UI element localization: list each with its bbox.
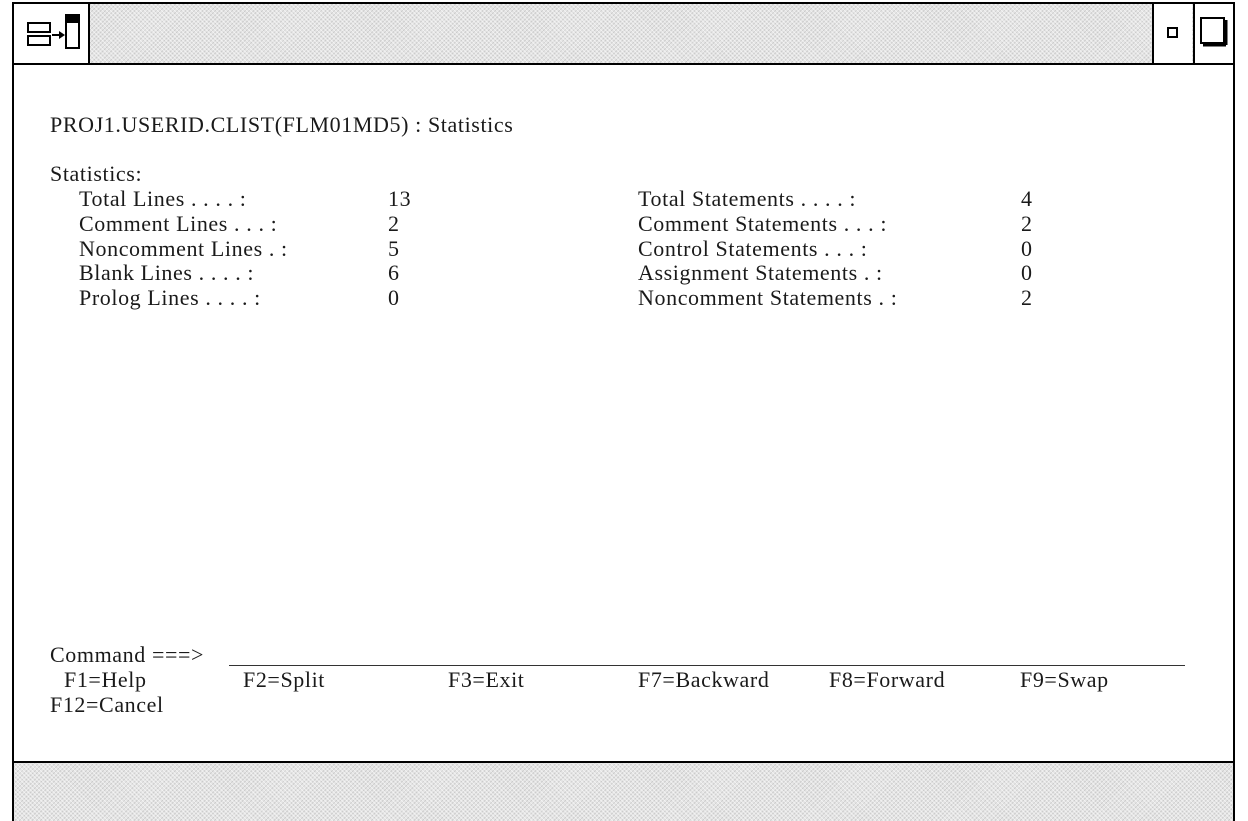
stat-value-noncomment-lines: 5 bbox=[388, 236, 400, 261]
stat-label-total-lines: Total Lines . . . . : bbox=[79, 186, 247, 211]
stat-value-comment-lines: 2 bbox=[388, 211, 400, 236]
status-bar bbox=[14, 761, 1233, 821]
maximize-icon bbox=[1200, 17, 1228, 47]
fkey-f12-cancel[interactable]: F12=Cancel bbox=[50, 693, 164, 717]
stat-value-total-statements: 4 bbox=[1021, 186, 1033, 211]
stat-label-control-statements: Control Statements . . . : bbox=[638, 236, 868, 261]
stat-label-assignment-statements: Assignment Statements . : bbox=[638, 260, 883, 285]
fkey-f3-exit[interactable]: F3=Exit bbox=[448, 668, 525, 692]
stat-value-control-statements: 0 bbox=[1021, 236, 1033, 261]
fkey-f2-split[interactable]: F2=Split bbox=[243, 668, 325, 692]
statistics-heading: Statistics: bbox=[50, 161, 143, 186]
stat-value-comment-statements: 2 bbox=[1021, 211, 1033, 236]
panel-title: PROJ1.USERID.CLIST(FLM01MD5) : Statistic… bbox=[50, 112, 514, 137]
stat-label-comment-lines: Comment Lines . . . : bbox=[79, 211, 278, 236]
system-menu-button[interactable] bbox=[14, 4, 90, 63]
command-input-underline bbox=[229, 665, 1185, 666]
stat-value-noncomment-statements: 2 bbox=[1021, 285, 1033, 310]
fkey-f8-forward[interactable]: F8=Forward bbox=[829, 668, 945, 692]
fkey-f1-help[interactable]: F1=Help bbox=[64, 668, 147, 692]
stat-label-noncomment-statements: Noncomment Statements . : bbox=[638, 285, 898, 310]
stat-value-assignment-statements: 0 bbox=[1021, 260, 1033, 285]
minimize-icon bbox=[1167, 27, 1178, 38]
stat-value-prolog-lines: 0 bbox=[388, 285, 400, 310]
fkey-f9-swap[interactable]: F9=Swap bbox=[1020, 668, 1109, 692]
stat-label-prolog-lines: Prolog Lines . . . . : bbox=[79, 285, 261, 310]
stat-label-total-statements: Total Statements . . . . : bbox=[638, 186, 857, 211]
command-label: Command ===> bbox=[50, 642, 204, 667]
maximize-button[interactable] bbox=[1193, 4, 1233, 63]
title-bar bbox=[14, 4, 1233, 65]
command-input[interactable] bbox=[229, 643, 1185, 665]
minimize-button[interactable] bbox=[1152, 4, 1192, 63]
system-menu-icon bbox=[27, 14, 80, 49]
stat-label-comment-statements: Comment Statements . . . : bbox=[638, 211, 888, 236]
stat-value-total-lines: 13 bbox=[388, 186, 412, 211]
fkey-f7-backward[interactable]: F7=Backward bbox=[638, 668, 769, 692]
stat-value-blank-lines: 6 bbox=[388, 260, 400, 285]
stat-label-blank-lines: Blank Lines . . . . : bbox=[79, 260, 255, 285]
stat-label-noncomment-lines: Noncomment Lines . : bbox=[79, 236, 288, 261]
